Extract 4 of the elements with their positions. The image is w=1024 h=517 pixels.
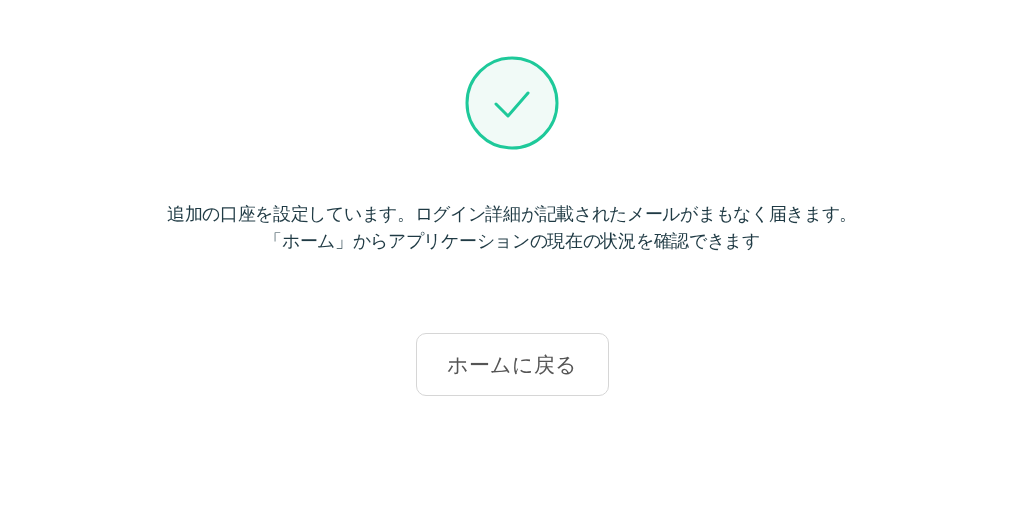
- message-text: 追加の口座を設定しています。ログイン詳細が記載されたメールがまもなく届きます。: [166, 202, 858, 226]
- back-home-button[interactable]: ホームに戻る: [415, 333, 609, 396]
- success-check-icon: [465, 56, 559, 150]
- message-text: 「ホーム」からアプリケーションの現在の状況を確認できます: [264, 229, 760, 253]
